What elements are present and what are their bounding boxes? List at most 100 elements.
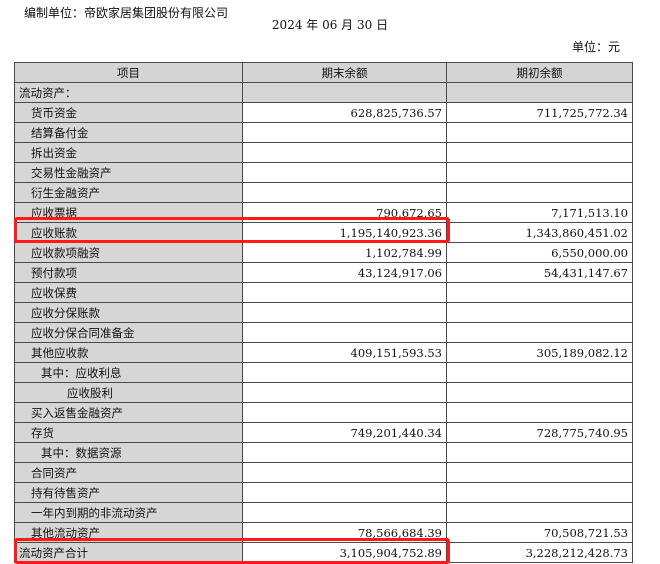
table-row: 应收保费 — [14, 282, 633, 303]
table-row: 存货 749,201,440.34 728,775,740.95 — [14, 422, 633, 443]
end-balance-cell — [242, 362, 447, 383]
row-label: 结算备付金 — [14, 122, 243, 143]
begin-balance-cell — [446, 182, 633, 203]
begin-balance-cell: 70,508,721.53 — [446, 522, 633, 543]
end-balance-cell — [242, 82, 447, 103]
end-balance-cell: 43,124,917.06 — [242, 262, 447, 283]
table-row: 流动资产合计 3,105,904,752.89 3,228,212,428.73 — [14, 542, 633, 563]
end-balance-cell — [242, 322, 447, 343]
end-balance-cell: 628,825,736.57 — [242, 102, 447, 123]
currency-unit: 单位：元 — [571, 40, 620, 54]
row-label: 应收分保账款 — [14, 302, 243, 323]
table-row: 买入返售金融资产 — [14, 402, 633, 423]
table-row: 应收股利 — [14, 382, 633, 403]
balance-sheet-table: 项目 期末余额 期初余额 流动资产： 货币资金 628,825,736.57 7… — [14, 62, 633, 563]
end-balance-cell: 1,102,784.99 — [242, 242, 447, 263]
end-balance-cell — [242, 122, 447, 143]
row-label: 其中：应收利息 — [14, 362, 243, 383]
report-date: 2024 年 06 月 30 日 — [271, 18, 389, 32]
row-label: 预付款项 — [14, 262, 243, 283]
end-balance-cell — [242, 142, 447, 163]
row-label: 流动资产合计 — [14, 542, 243, 563]
begin-balance-cell — [446, 82, 633, 103]
end-balance-cell: 1,195,140,923.36 — [242, 222, 447, 243]
end-balance-cell: 749,201,440.34 — [242, 422, 447, 443]
table-header-row: 项目 期末余额 期初余额 — [14, 62, 633, 83]
row-label: 应收股利 — [14, 382, 243, 403]
row-label: 应收分保合同准备金 — [14, 322, 243, 343]
begin-balance-cell — [446, 322, 633, 343]
row-label: 流动资产： — [14, 82, 243, 103]
row-label: 合同资产 — [14, 462, 243, 483]
end-balance-cell — [242, 182, 447, 203]
end-balance-cell — [242, 462, 447, 483]
table-row: 应收分保账款 — [14, 302, 633, 323]
table-row: 其中：应收利息 — [14, 362, 633, 383]
column-header-item: 项目 — [14, 62, 243, 83]
begin-balance-cell — [446, 122, 633, 143]
table-row: 流动资产： — [14, 82, 633, 103]
column-header-begin-balance: 期初余额 — [446, 62, 633, 83]
row-label: 应收保费 — [14, 282, 243, 303]
end-balance-cell — [242, 402, 447, 423]
end-balance-cell — [242, 442, 447, 463]
begin-balance-cell — [446, 442, 633, 463]
row-label: 应收账款 — [14, 222, 243, 243]
end-balance-cell — [242, 382, 447, 403]
end-balance-cell — [242, 282, 447, 303]
row-label: 应收票据 — [14, 202, 243, 223]
row-label: 其他流动资产 — [14, 522, 243, 543]
end-balance-cell: 409,151,593.53 — [242, 342, 447, 363]
row-label: 存货 — [14, 422, 243, 443]
table-row: 合同资产 — [14, 462, 633, 483]
end-balance-cell: 78,566,684.39 — [242, 522, 447, 543]
begin-balance-cell — [446, 402, 633, 423]
row-label: 买入返售金融资产 — [14, 402, 243, 423]
row-label: 衍生金融资产 — [14, 182, 243, 203]
begin-balance-cell — [446, 482, 633, 503]
end-balance-cell — [242, 502, 447, 523]
table-row: 拆出资金 — [14, 142, 633, 163]
end-balance-cell — [242, 162, 447, 183]
table-row: 应收账款 1,195,140,923.36 1,343,860,451.02 — [14, 222, 633, 243]
end-balance-cell: 790,672.65 — [242, 202, 447, 223]
table-row: 预付款项 43,124,917.06 54,431,147.67 — [14, 262, 633, 283]
table-row: 持有待售资产 — [14, 482, 633, 503]
table-row: 应收票据 790,672.65 7,171,513.10 — [14, 202, 633, 223]
begin-balance-cell: 1,343,860,451.02 — [446, 222, 633, 243]
row-label: 拆出资金 — [14, 142, 243, 163]
table-row: 结算备付金 — [14, 122, 633, 143]
table-row: 应收款项融资 1,102,784.99 6,550,000.00 — [14, 242, 633, 263]
begin-balance-cell — [446, 382, 633, 403]
column-header-end-balance: 期末余额 — [242, 62, 447, 83]
row-label: 交易性金融资产 — [14, 162, 243, 183]
row-label: 一年内到期的非流动资产 — [14, 502, 243, 523]
begin-balance-cell — [446, 162, 633, 183]
row-label: 其他应收款 — [14, 342, 243, 363]
begin-balance-cell: 305,189,082.12 — [446, 342, 633, 363]
begin-balance-cell — [446, 142, 633, 163]
table-row: 其他流动资产 78,566,684.39 70,508,721.53 — [14, 522, 633, 543]
begin-balance-cell: 3,228,212,428.73 — [446, 542, 633, 563]
table-row: 货币资金 628,825,736.57 711,725,772.34 — [14, 102, 633, 123]
table-row: 交易性金融资产 — [14, 162, 633, 183]
begin-balance-cell — [446, 502, 633, 523]
begin-balance-cell: 6,550,000.00 — [446, 242, 633, 263]
row-label: 应收款项融资 — [14, 242, 243, 263]
end-balance-cell — [242, 482, 447, 503]
end-balance-cell: 3,105,904,752.89 — [242, 542, 447, 563]
table-row: 应收分保合同准备金 — [14, 322, 633, 343]
begin-balance-cell: 728,775,740.95 — [446, 422, 633, 443]
table-row: 其他应收款 409,151,593.53 305,189,082.12 — [14, 342, 633, 363]
table-row: 其中：数据资源 — [14, 442, 633, 463]
row-label: 货币资金 — [14, 102, 243, 123]
begin-balance-cell: 54,431,147.67 — [446, 262, 633, 283]
begin-balance-cell — [446, 302, 633, 323]
begin-balance-cell — [446, 282, 633, 303]
table-row: 一年内到期的非流动资产 — [14, 502, 633, 523]
begin-balance-cell: 711,725,772.34 — [446, 102, 633, 123]
row-label: 持有待售资产 — [14, 482, 243, 503]
table-row: 衍生金融资产 — [14, 182, 633, 203]
begin-balance-cell: 7,171,513.10 — [446, 202, 633, 223]
begin-balance-cell — [446, 462, 633, 483]
